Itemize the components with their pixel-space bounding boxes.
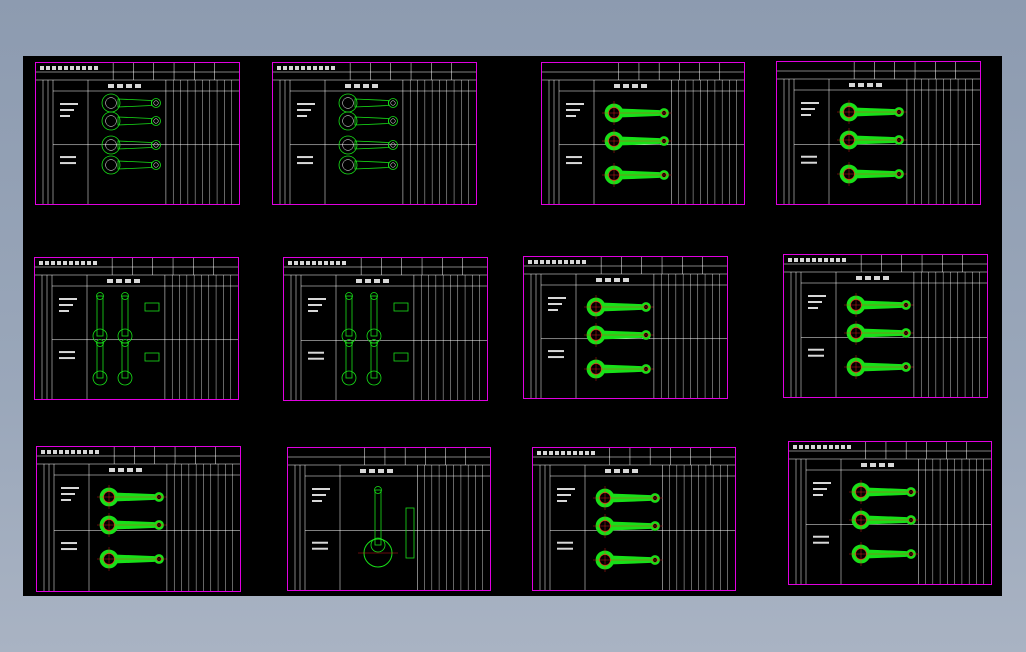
connecting-rod-drawing (584, 323, 654, 347)
connecting-rod-drawing (593, 486, 663, 510)
connecting-rod-drawing (101, 111, 161, 131)
connecting-rod-drawing (97, 485, 167, 509)
connecting-rod-drawing (849, 542, 919, 566)
connecting-rod-side-view (92, 292, 108, 344)
process-card-sheet-2[interactable] (272, 62, 477, 205)
connecting-rod-side-view (341, 339, 357, 386)
process-card-sheet-11[interactable] (532, 447, 736, 591)
connecting-rod-drawing (844, 321, 914, 345)
connecting-rod-drawing (584, 295, 654, 319)
process-card-sheet-5[interactable] (34, 257, 239, 400)
connecting-rod-drawing (837, 162, 907, 186)
sheet-drawing (35, 258, 238, 399)
sheet-drawing (784, 255, 987, 397)
sheet-drawing (524, 257, 727, 398)
connecting-rod-drawing (837, 100, 907, 124)
process-card-sheet-10[interactable] (287, 447, 491, 591)
sheet-drawing (777, 62, 980, 204)
sheet-drawing (273, 63, 476, 204)
connecting-rod-drawing (844, 293, 914, 317)
process-card-sheet-7[interactable] (523, 256, 728, 399)
connecting-rod-drawing (602, 163, 672, 187)
sheet-drawing (789, 442, 991, 584)
process-card-sheet-1[interactable] (35, 62, 240, 205)
sheet-drawing (542, 63, 744, 204)
connecting-rod-drawing (593, 514, 663, 538)
process-card-sheet-3[interactable] (541, 62, 745, 205)
connecting-rod-drawing (97, 547, 167, 571)
sheet-drawing (284, 258, 487, 400)
sheet-drawing (36, 63, 239, 204)
process-card-sheet-12[interactable] (788, 441, 992, 585)
connecting-rod-drawing (338, 111, 398, 131)
connecting-rod-drawing (602, 101, 672, 125)
process-card-sheet-4[interactable] (776, 61, 981, 205)
connecting-rod-drawing (849, 508, 919, 532)
connecting-rod-drawing (338, 93, 398, 113)
connecting-rod-drawing (101, 155, 161, 175)
connecting-rod-side-view (366, 339, 382, 386)
connecting-rod-side-view (341, 292, 357, 344)
connecting-rod-drawing (844, 355, 914, 379)
connecting-rod-side-view (117, 339, 133, 386)
connecting-rod-drawing (837, 128, 907, 152)
connecting-rod-drawing (849, 480, 919, 504)
cad-drawing-viewport[interactable] (23, 56, 1002, 596)
connecting-rod-drawing (602, 129, 672, 153)
sheet-drawing (533, 448, 735, 590)
connecting-rod-drawing (338, 155, 398, 175)
process-card-sheet-9[interactable] (36, 446, 241, 592)
connecting-rod-drawing (101, 93, 161, 113)
connecting-rod-side-view (92, 339, 108, 386)
connecting-rod-side-view (370, 486, 386, 553)
connecting-rod-side-view (366, 292, 382, 344)
process-card-sheet-8[interactable] (783, 254, 988, 398)
connecting-rod-drawing (97, 513, 167, 537)
connecting-rod-side-view (117, 292, 133, 344)
process-card-sheet-6[interactable] (283, 257, 488, 401)
sheet-drawing (37, 447, 240, 591)
connecting-rod-drawing (584, 357, 654, 381)
sheet-drawing (288, 448, 490, 590)
connecting-rod-drawing (593, 548, 663, 572)
